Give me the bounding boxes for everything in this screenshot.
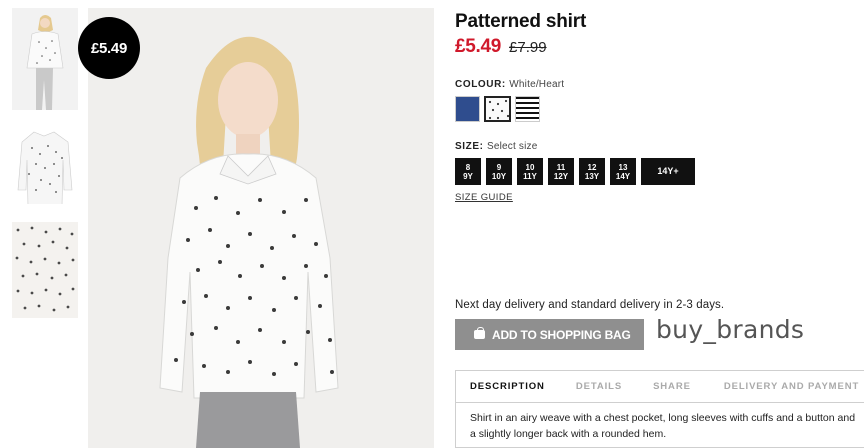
size-option-bottom: 11Y [523,171,537,181]
size-option-bottom: 12Y [553,171,569,181]
thumbnail-fabric-detail[interactable] [12,222,78,318]
shirt-front-thumbnail-image [12,124,78,204]
size-option-top: 9 [496,162,502,172]
size-option-10-11y[interactable]: 10 11Y [517,158,543,185]
swatch-white-heart[interactable] [484,96,511,122]
add-to-bag-button[interactable]: ADD TO SHOPPING BAG [455,319,644,350]
description-text: Shirt in an airy weave with a chest pock… [470,412,856,440]
colour-label-row: COLOUR: White/Heart [455,79,564,90]
size-label: SIZE: [455,141,484,152]
swatch-stripe[interactable] [515,96,540,122]
sale-price: £5.49 [455,36,502,57]
size-option-top: 10 [525,162,535,172]
size-option-9-10y[interactable]: 9 10Y [486,158,512,185]
model-image [88,8,434,448]
main-product-image[interactable] [88,8,434,448]
add-to-bag-label: ADD TO SHOPPING BAG [492,327,631,342]
colour-label: COLOUR: [455,79,506,90]
colour-swatches [455,96,540,122]
size-option-13-14y[interactable]: 13 14Y [610,158,636,185]
product-title: Patterned shirt [455,11,587,32]
size-option-top: 8 [465,162,471,172]
size-option-top: 12 [587,162,597,172]
model-thumbnail-image [12,8,78,110]
colour-value: White/Heart [509,79,565,90]
size-option-top: 14Y+ [657,166,679,176]
info-tabs: DESCRIPTION DETAILS SHARE DELIVERY AND P… [456,371,864,403]
size-option-bottom: 10Y [491,171,507,181]
price-row: £5.49 £7.99 [455,36,547,58]
watermark-text: buy_brands [656,315,805,344]
size-option-14y-plus[interactable]: 14Y+ [641,158,695,185]
size-label-row: SIZE: Select size [455,141,538,152]
size-option-top: 11 [556,162,566,172]
size-guide-link[interactable]: SIZE GUIDE [455,192,513,203]
size-option-bottom: 9Y [463,171,473,181]
size-option-8-9y[interactable]: 8 9Y [455,158,481,185]
size-option-top: 13 [618,162,628,172]
size-options: 8 9Y 9 10Y 10 11Y 11 12Y 12 13Y 13 14Y 14Y+ [455,158,695,185]
tab-description[interactable]: DESCRIPTION [470,381,545,392]
heart-pattern-icon [486,98,509,120]
price-badge: £5.49 [78,17,140,79]
tab-share[interactable]: SHARE [653,381,691,392]
size-option-bottom: 13Y [584,171,600,181]
shopping-bag-icon [474,327,485,339]
original-price: £7.99 [509,39,547,56]
delivery-info: Next day delivery and standard delivery … [455,299,725,311]
size-option-bottom: 14Y [615,171,631,181]
fabric-detail-thumbnail-image [12,222,78,318]
size-option-12-13y[interactable]: 12 13Y [579,158,605,185]
size-option-11-12y[interactable]: 11 12Y [548,158,574,185]
thumbnail-model[interactable] [12,8,78,110]
info-tabs-panel: DESCRIPTION DETAILS SHARE DELIVERY AND P… [455,370,864,448]
size-value: Select size [486,141,538,152]
tab-delivery-payment[interactable]: DELIVERY AND PAYMENT [724,381,859,392]
tab-details[interactable]: DETAILS [576,381,622,392]
thumbnail-list [12,8,78,332]
product-details: Patterned shirt £5.49 £7.99 COLOUR: Whit… [455,0,864,448]
thumbnail-shirt-front[interactable] [12,124,78,204]
swatch-navy[interactable] [455,96,480,122]
